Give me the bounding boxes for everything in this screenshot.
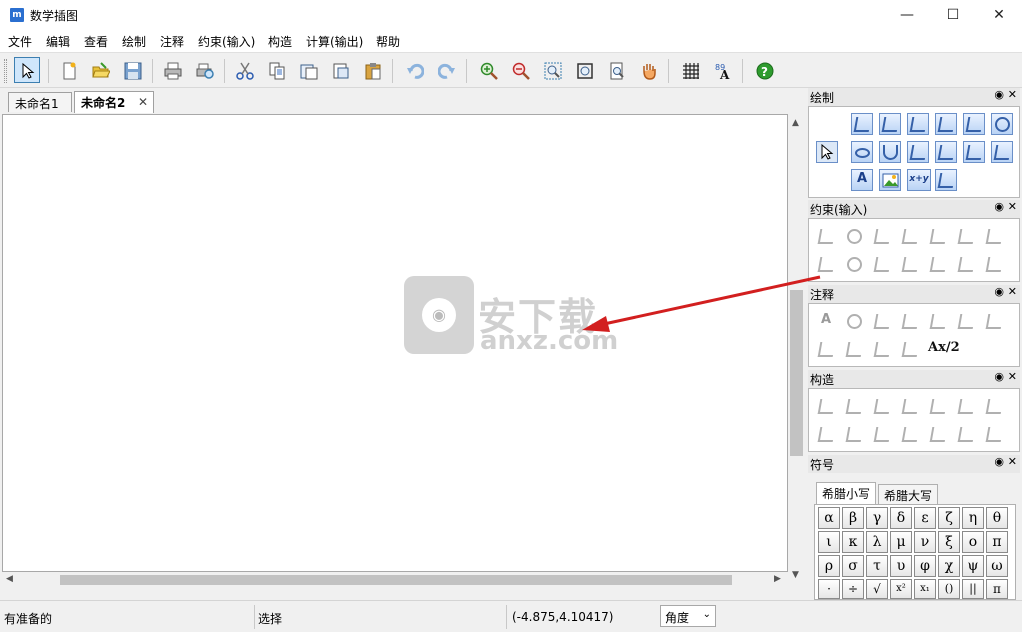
arrow-head: [582, 316, 610, 332]
status-coordinates: (-4.875,4.10417): [512, 610, 614, 624]
angle-unit-value: 角度: [665, 611, 690, 625]
arrow-shaft: [603, 275, 821, 326]
angle-unit-select[interactable]: 角度 ⌄: [660, 605, 716, 627]
status-ready: 有准备的: [4, 612, 53, 626]
chevron-down-icon: ⌄: [702, 609, 711, 620]
status-mode: 选择: [258, 612, 283, 626]
annotation-arrow: [582, 275, 821, 332]
status-bar: 有准备的 选择 (-4.875,4.10417) 角度 ⌄: [0, 600, 1022, 632]
